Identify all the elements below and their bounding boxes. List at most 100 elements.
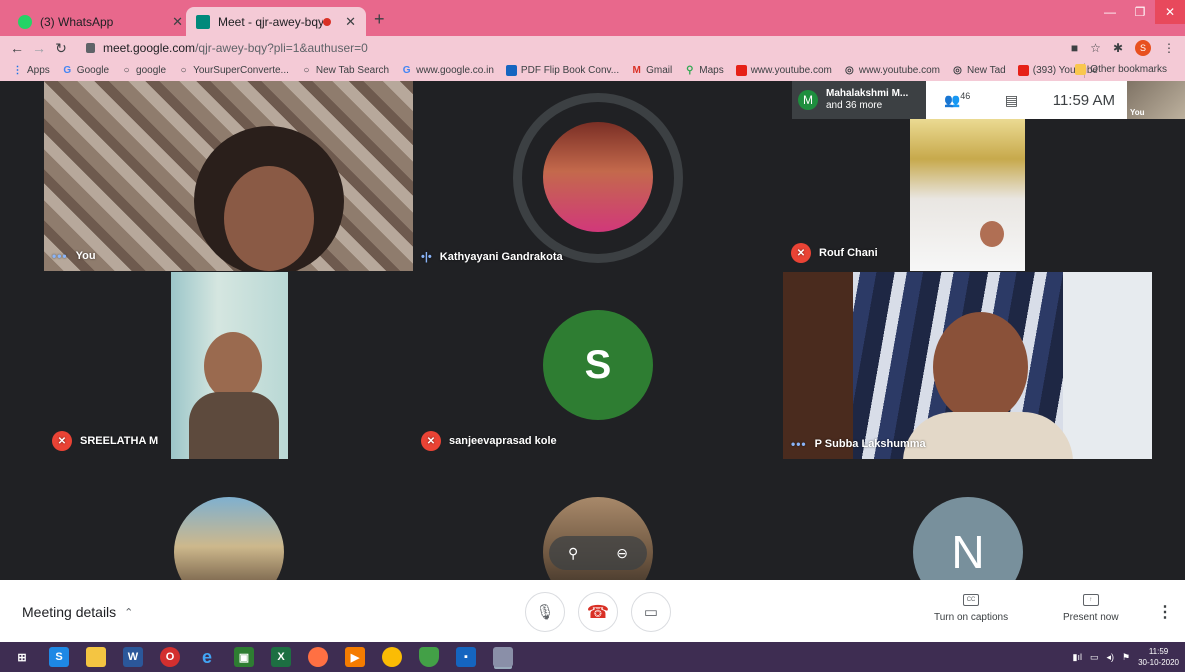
bookmark-apps[interactable]: ⋮ Apps [12,65,50,76]
captions-button[interactable]: CC Turn on captions [934,594,1008,623]
pin-icon[interactable]: ⚲ [568,545,578,562]
new-tab-button[interactable]: + [374,9,385,30]
other-bookmarks[interactable]: Other bookmarks [1075,64,1167,75]
media-player-icon[interactable]: ▶ [345,647,365,667]
forward-icon[interactable]: → [28,40,50,56]
self-view-thumbnail[interactable]: You [1127,81,1185,119]
participant-tile-9[interactable]: N [783,460,1152,580]
camera-button[interactable]: ▭ [631,592,671,632]
excel-icon[interactable]: X [271,647,291,667]
tile-hover-tools: ⚲ ⊖ [549,536,647,570]
url-bar[interactable]: meet.google.com /qjr-awey-bqy?pli=1&auth… [86,41,368,55]
window-close-icon[interactable]: ✕ [1155,0,1185,24]
store-icon[interactable]: ▣ [234,647,254,667]
chat-icon[interactable]: ▤ [1005,92,1018,109]
zoom-icon[interactable]: ▪ [456,647,476,667]
speaking-dots-icon: ••• [791,437,807,451]
reload-icon[interactable]: ↻ [50,40,72,57]
security-shield-icon[interactable] [419,647,439,667]
language-icon[interactable]: ⚑ [1122,652,1130,663]
bookmark-label: Maps [699,65,724,76]
url-path: /qjr-awey-bqy?pli=1&authuser=0 [195,41,368,55]
bookmark-label: Gmail [646,65,673,76]
remove-icon[interactable]: ⊖ [616,545,628,562]
participant-tile-sanjeevaprasad[interactable]: S ✕ sanjeevaprasad kole [413,272,783,459]
firefox-icon[interactable] [308,647,328,667]
star-icon[interactable]: ☆ [1090,41,1101,55]
bookmark-label: Google [76,65,110,76]
close-icon[interactable]: ✕ [172,14,183,30]
participant-tile-subba[interactable]: ••• P Subba Lakshumma [783,272,1152,459]
chrome-active-icon[interactable] [493,647,513,667]
camera-indicator-icon[interactable]: ■ [1071,41,1078,55]
bookmark-gmail[interactable]: M Gmail [631,65,672,76]
more-options-icon[interactable]: ⋮ [1157,602,1173,622]
bookmark-label: YourSuperConverte... [193,65,289,76]
bookmark-label: New Tab Search [315,65,390,76]
network-icon[interactable]: ▮ıl [1073,652,1082,663]
participant-count: 46 [960,91,971,102]
bookmark-youtube[interactable]: www.youtube.com [735,65,832,76]
taskbar-clock[interactable]: 11:59 30-10-2020 [1138,646,1179,668]
edge-icon[interactable]: e [197,647,217,667]
host-text: Mahalakshmi M... and 36 more [826,88,908,112]
chrome-icon[interactable] [382,647,402,667]
bookmark-label: google [136,65,167,76]
bookmark-label: www.google.co.in [416,65,494,76]
restore-icon[interactable]: ❐ [1125,0,1155,24]
present-now-button[interactable]: ↑ Present now [1063,594,1119,623]
book-icon [505,65,517,76]
audio-wave-icon: •|• [421,251,432,263]
microphone-button[interactable]: 🎙 [525,592,565,632]
tab-whatsapp[interactable]: (3) WhatsApp ✕ [8,7,193,36]
bookmark-label: www.youtube.com [858,65,940,76]
tab-meet[interactable]: Meet - qjr-awey-bqy ✕ [186,7,366,36]
participant-name: ••• P Subba Lakshumma [791,437,926,451]
participant-name: ✕ sanjeevaprasad kole [421,431,557,451]
participant-name-text: SREELATHA M [80,435,159,447]
menu-icon[interactable]: ⋮ [1163,41,1175,55]
opera-icon[interactable]: O [160,647,180,667]
participant-tile-you[interactable]: ••• You [44,81,413,271]
meeting-details-button[interactable]: Meeting details ⌃ [22,604,133,620]
host-name: Mahalakshmi M... [826,88,909,99]
profile-avatar[interactable]: S [1135,40,1151,56]
people-button[interactable]: 👥46 [944,91,970,108]
close-icon[interactable]: ✕ [345,14,356,30]
participant-tile-sreelatha[interactable]: ✕ SREELATHA M [44,272,413,459]
skype-icon[interactable]: S [49,647,69,667]
system-tray: ▮ıl ▭ ◂) ⚑ 11:59 30-10-2020 [1073,646,1179,668]
meeting-clock: 11:59 AM [1052,91,1115,109]
back-icon[interactable]: ← [6,40,28,56]
participant-name-text: Kathyayani Gandrakota [439,251,563,263]
hangup-icon: ☎ [586,601,610,622]
leave-call-button[interactable]: ☎ [578,592,618,632]
windows-start-icon[interactable]: ⊞ [12,647,32,667]
participant-name-text: sanjeevaprasad kole [449,435,557,447]
battery-icon[interactable]: ▭ [1090,652,1099,663]
participant-tile-7[interactable] [44,460,413,580]
face-shape [933,312,1028,422]
participant-avatar [174,497,284,580]
bookmark-label: www.youtube.com [750,65,832,76]
minimize-icon[interactable]: — [1095,0,1125,24]
captions-icon: CC [963,594,980,606]
volume-icon[interactable]: ◂) [1106,652,1114,663]
bookmark-pdf-flip[interactable]: PDF Flip Book Conv... [505,65,619,76]
bookmark-new-tad[interactable]: ◎ New Tad [952,65,1006,76]
bookmark-maps[interactable]: ⚲ Maps [684,65,724,76]
shoulders-shape [903,412,1073,459]
bookmark-google-search[interactable]: ○ google [121,65,167,76]
present-label: Present now [1063,612,1119,623]
mic-off-icon: ✕ [52,431,72,451]
bookmark-youtube-2[interactable]: ◎ www.youtube.com [844,65,940,76]
file-explorer-icon[interactable] [86,647,106,667]
bookmark-supreconverter[interactable]: ○ YourSuperConverte... [178,65,289,76]
extensions-icon[interactable]: ✱ [1113,41,1123,55]
bookmark-new-tab-search[interactable]: ○ New Tab Search [301,65,389,76]
word-icon[interactable]: W [123,647,143,667]
bookmark-google[interactable]: G Google [62,65,109,76]
participant-tile-kathyayani[interactable]: •|• Kathyayani Gandrakota [413,81,783,271]
bookmark-google-co-in[interactable]: Gwww.google.co.in [401,65,494,76]
captions-label: Turn on captions [934,612,1009,623]
